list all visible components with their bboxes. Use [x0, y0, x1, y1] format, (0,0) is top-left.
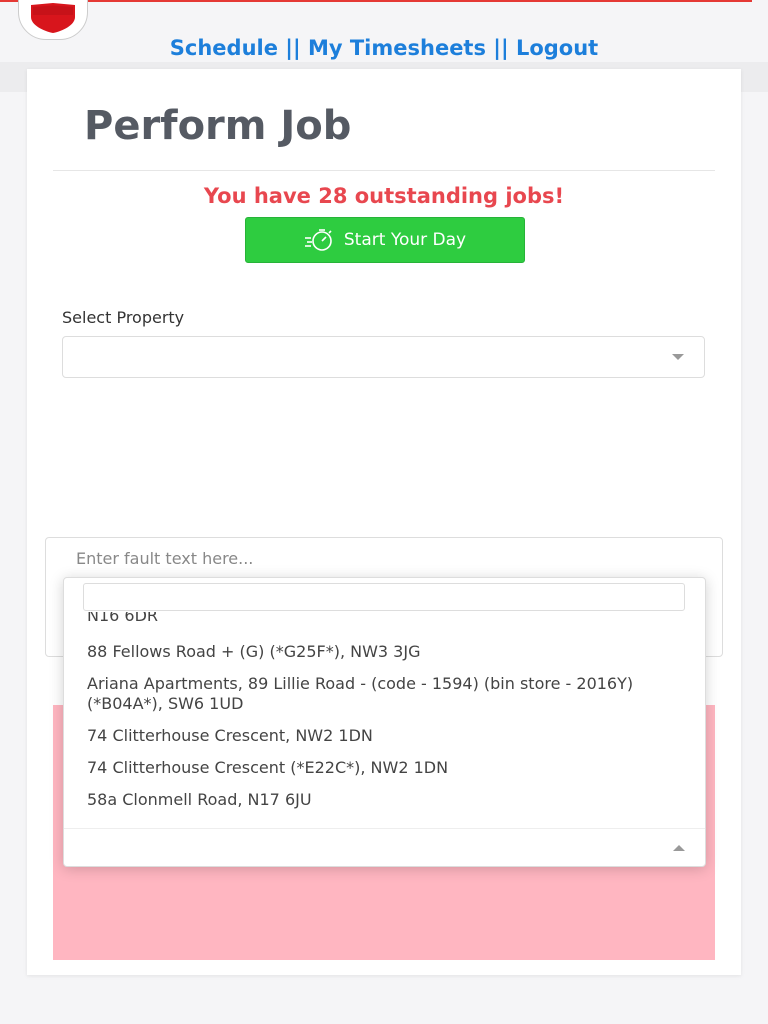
property-dropdown: N16 6DR 88 Fellows Road + (G) (*G25F*), … — [63, 577, 706, 867]
stopwatch-icon — [304, 229, 332, 251]
start-your-day-button[interactable]: Start Your Day — [245, 217, 525, 263]
dropdown-option[interactable]: 88 Fellows Road + (G) (*G25F*), NW3 3JG — [87, 642, 677, 662]
nav-separator: || — [285, 36, 301, 60]
top-accent-bar — [0, 0, 752, 2]
property-select[interactable] — [62, 336, 705, 378]
caret-up-icon — [673, 845, 685, 851]
nav-timesheets-link[interactable]: My Timesheets — [308, 36, 486, 60]
nav-logout-link[interactable]: Logout — [516, 36, 598, 60]
dropdown-option[interactable]: 58a Clonmell Road, N17 6JU — [87, 790, 677, 810]
dropdown-option-partial[interactable]: N16 6DR — [87, 612, 158, 625]
fault-text-input[interactable] — [46, 538, 722, 578]
title-divider — [53, 170, 715, 171]
caret-down-icon — [672, 354, 684, 360]
dropdown-option[interactable]: 74 Clitterhouse Crescent, NW2 1DN — [87, 726, 677, 746]
dropdown-option[interactable]: Ariana Apartments, 89 Lillie Road - (cod… — [87, 674, 677, 714]
page-title: Perform Job — [84, 103, 352, 149]
shield-logo-icon — [31, 3, 75, 33]
select-property-label: Select Property — [62, 308, 185, 327]
dropdown-footer[interactable] — [64, 828, 705, 866]
dropdown-options-list[interactable]: N16 6DR 88 Fellows Road + (G) (*G25F*), … — [64, 612, 705, 826]
start-button-label: Start Your Day — [343, 230, 467, 250]
nav-schedule-link[interactable]: Schedule — [170, 36, 278, 60]
nav-separator: || — [493, 36, 509, 60]
outstanding-jobs-message: You have 28 outstanding jobs! — [203, 184, 565, 208]
logo[interactable] — [18, 0, 88, 40]
top-nav: Schedule || My Timesheets || Logout — [0, 36, 768, 60]
dropdown-search-input[interactable] — [83, 583, 685, 611]
dropdown-option[interactable]: 74 Clitterhouse Crescent (*E22C*), NW2 1… — [87, 758, 677, 778]
